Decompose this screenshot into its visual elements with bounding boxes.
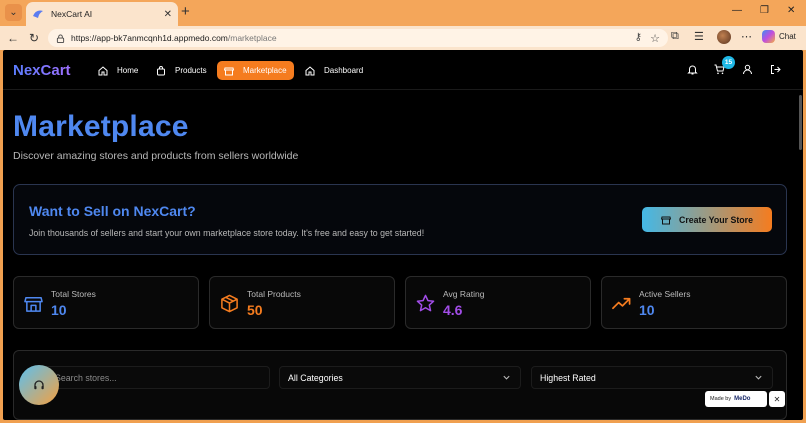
- package-icon: [221, 294, 238, 313]
- sell-banner: Want to Sell on NexCart? Join thousands …: [13, 184, 787, 255]
- stat-value: 50: [247, 302, 263, 318]
- nav-home-label: Home: [117, 66, 139, 75]
- support-chat-button[interactable]: [19, 365, 59, 405]
- url-host: https://app-bk7anmcqnh1d.appmedo.com: [71, 33, 228, 43]
- store-icon: [224, 67, 234, 75]
- sell-banner-title: Want to Sell on NexCart?: [29, 203, 196, 219]
- nav-products[interactable]: Products: [149, 61, 214, 80]
- profile-avatar[interactable]: [717, 30, 731, 44]
- stat-card-total-stores: Total Stores 10: [13, 276, 199, 329]
- url-path: /marketplace: [227, 33, 277, 43]
- stat-value: 10: [639, 302, 655, 318]
- browser-tab[interactable]: NexCart AI ✕: [26, 2, 178, 26]
- page-subtitle: Discover amazing stores and products fro…: [13, 150, 299, 162]
- made-by-close-icon[interactable]: ✕: [769, 391, 785, 407]
- sort-select-value: Highest Rated: [540, 372, 596, 383]
- stat-label: Active Sellers: [639, 289, 691, 299]
- new-tab-icon[interactable]: +: [181, 4, 190, 20]
- headphones-icon: [34, 380, 44, 390]
- create-store-button[interactable]: Create Your Store: [642, 207, 772, 232]
- address-bar-row: ← ↻ https://app-bk7anmcqnh1d.appmedo.com…: [0, 26, 806, 50]
- sort-select[interactable]: Highest Rated: [531, 366, 773, 389]
- category-select[interactable]: All Categories: [279, 366, 521, 389]
- stat-label: Total Products: [247, 289, 301, 299]
- made-by-badge[interactable]: Made by MeDo: [705, 391, 767, 407]
- copilot-icon: [762, 30, 775, 43]
- minimize-icon[interactable]: —: [732, 5, 742, 16]
- window-close-icon[interactable]: ✕: [787, 5, 795, 16]
- page-title: Marketplace: [13, 110, 189, 143]
- collections-icon[interactable]: ☰: [694, 30, 704, 43]
- sell-banner-description: Join thousands of sellers and start your…: [29, 228, 425, 238]
- tab-title: NexCart AI: [51, 9, 93, 19]
- stat-card-avg-rating: Avg Rating 4.6: [405, 276, 591, 329]
- create-store-label: Create Your Store: [679, 214, 753, 225]
- stat-card-total-products: Total Products 50: [209, 276, 395, 329]
- chevron-down-icon: [755, 375, 762, 380]
- store-icon: [661, 216, 671, 224]
- stat-label: Total Stores: [51, 289, 96, 299]
- stat-card-active-sellers: Active Sellers 10: [601, 276, 787, 329]
- user-icon[interactable]: [742, 64, 753, 75]
- home-icon: [305, 65, 315, 75]
- made-by-text: Made by: [710, 396, 732, 402]
- stat-value: 10: [51, 302, 67, 318]
- medo-logo: MeDo: [734, 396, 751, 402]
- page-viewport: NexCart Home Products Marketplace Dashbo…: [3, 50, 803, 420]
- nav-dashboard[interactable]: Dashboard: [298, 61, 370, 80]
- restore-icon[interactable]: ❐: [760, 5, 769, 16]
- url-field[interactable]: https://app-bk7anmcqnh1d.appmedo.com/mar…: [48, 29, 668, 47]
- brand-logo[interactable]: NexCart: [13, 62, 71, 79]
- extensions-icon[interactable]: ⧉: [671, 30, 679, 43]
- filter-panel: Search stores... All Categories Highest …: [13, 350, 787, 420]
- tab-actions-chevron-icon[interactable]: ⌄: [5, 4, 22, 21]
- top-navigation: NexCart Home Products Marketplace Dashbo…: [3, 50, 803, 90]
- logout-icon[interactable]: [770, 64, 781, 75]
- nav-marketplace[interactable]: Marketplace: [217, 61, 294, 80]
- chevron-down-icon: [503, 375, 510, 380]
- nav-marketplace-label: Marketplace: [243, 66, 287, 75]
- bag-icon: [157, 65, 165, 75]
- nav-home[interactable]: Home: [91, 61, 145, 80]
- bell-icon[interactable]: [687, 64, 698, 75]
- cart-count-badge: 15: [722, 56, 735, 69]
- password-key-icon[interactable]: ⚷: [635, 32, 642, 43]
- chat-label: Chat: [779, 32, 796, 41]
- favorite-star-icon[interactable]: ☆: [650, 32, 660, 45]
- nav-dashboard-label: Dashboard: [324, 66, 364, 75]
- site-info-icon[interactable]: [56, 33, 65, 43]
- back-icon[interactable]: ←: [7, 31, 19, 45]
- more-menu-icon[interactable]: ⋯: [741, 30, 752, 43]
- store-icon: [24, 297, 43, 312]
- home-icon: [98, 65, 108, 75]
- copilot-chat-button[interactable]: Chat: [762, 30, 796, 43]
- star-icon: [416, 294, 435, 312]
- reload-icon[interactable]: ↻: [29, 31, 39, 45]
- nav-products-label: Products: [175, 66, 207, 75]
- store-search-input[interactable]: Search stores...: [44, 366, 270, 389]
- trending-up-icon: [612, 297, 631, 310]
- favicon-icon: [33, 10, 43, 18]
- browser-tab-bar: ⌄ NexCart AI ✕ + — ❐ ✕: [0, 0, 806, 26]
- stat-label: Avg Rating: [443, 289, 485, 299]
- category-select-value: All Categories: [288, 372, 343, 383]
- tab-close-icon[interactable]: ✕: [164, 9, 172, 20]
- scrollbar-thumb[interactable]: [799, 95, 802, 150]
- stat-value: 4.6: [443, 302, 463, 318]
